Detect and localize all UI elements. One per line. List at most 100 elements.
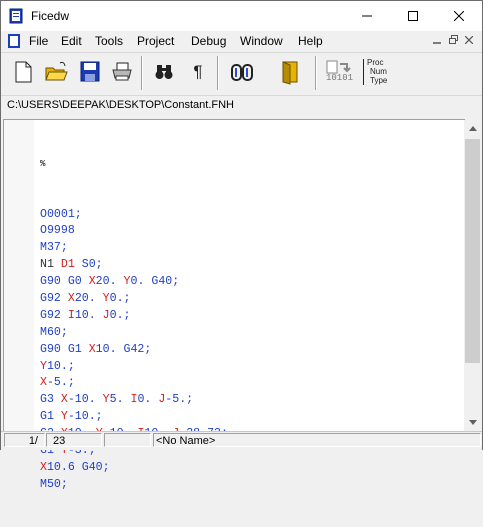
maximize-icon (408, 11, 418, 21)
code-token: -10.; (67, 410, 103, 424)
scroll-up-button[interactable] (464, 120, 481, 137)
save-icon (80, 61, 100, 82)
code-token: 10. G42; (95, 342, 152, 356)
find-button[interactable] (151, 59, 177, 85)
maximize-button[interactable] (390, 1, 436, 31)
print-icon (112, 62, 132, 81)
code-token: -10. (67, 393, 103, 407)
minimize-button[interactable] (344, 1, 390, 31)
code-token: Y (102, 291, 110, 305)
menu-project[interactable]: Project (137, 34, 174, 48)
code-token: 5. (109, 393, 131, 407)
exit-button[interactable] (277, 59, 303, 85)
cursor-line-marker: % (40, 158, 46, 169)
code-token: 0. G40; (130, 275, 180, 289)
code-token: O9998 (40, 224, 75, 238)
code-line: G92 I10. J0.; (40, 308, 228, 325)
code-token: X (40, 376, 47, 390)
type-label: Type (370, 76, 388, 85)
open-folder-icon (45, 61, 68, 81)
code-token: 10.6 G40; (46, 460, 110, 474)
print-button[interactable] (109, 59, 135, 85)
paragraph-button[interactable]: ¶ (185, 59, 211, 85)
vertical-scrollbar[interactable] (464, 120, 481, 431)
code-text[interactable]: % O0001; O9998 M37; N1 D1 S0; G90 G0 X20. Y0… (40, 122, 228, 527)
find-icon (155, 65, 173, 79)
code-line: X10.6 G40; (40, 460, 228, 477)
code-line: G90 G1 X10. G42; (40, 342, 228, 359)
code-line: Y10.; (40, 359, 228, 376)
code-line: O0001; (40, 207, 228, 224)
code-token: J (102, 308, 110, 322)
code-line: G3 X-10. Y5. I0. J-5.; (40, 392, 228, 409)
code-token: -5.; (46, 376, 75, 390)
mdi-close-button[interactable] (461, 34, 477, 48)
new-file-button[interactable] (10, 59, 36, 85)
close-icon (454, 11, 464, 21)
toolbar-separator (217, 56, 219, 90)
chevron-down-icon (468, 420, 477, 425)
code-token: X (88, 275, 96, 289)
menu-edit[interactable]: Edit (61, 34, 82, 48)
code-line: O9998 (40, 223, 228, 240)
code-token: X (88, 342, 96, 356)
status-name: <No Name> (153, 433, 481, 447)
menu-debug[interactable]: Debug (191, 34, 226, 48)
code-token: -5.; (165, 393, 194, 407)
code-token: 0.; (109, 308, 131, 322)
app-icon (9, 8, 23, 24)
status-blank (104, 433, 151, 447)
open-folder-button[interactable] (43, 59, 69, 85)
convert-button[interactable] (229, 59, 255, 85)
code-token: Y (40, 359, 47, 373)
code-token: 20. (95, 275, 124, 289)
code-line: M37; (40, 240, 228, 257)
convert-icon (231, 64, 253, 81)
mdi-restore-button[interactable] (445, 34, 461, 48)
chevron-up-icon (468, 126, 477, 131)
code-token: M37; (40, 241, 68, 255)
code-token: D1 (60, 258, 75, 272)
file-path: C:\USERS\DEEPAK\DESKTOP\Constant.FNH (7, 99, 234, 111)
code-token: G90 G0 (40, 275, 89, 289)
code-token: I (67, 308, 75, 322)
code-line: G92 X20. Y0.; (40, 291, 228, 308)
mdi-minimize-button[interactable] (429, 34, 445, 48)
close-button[interactable] (436, 1, 482, 31)
scroll-down-button[interactable] (464, 414, 481, 431)
code-token: 10.; (46, 359, 75, 373)
code-token: O0001; (40, 207, 82, 221)
save-button[interactable] (77, 59, 103, 85)
binary-button[interactable]: 10101 (323, 59, 357, 85)
window-title: Ficedw (31, 9, 70, 23)
menu-window[interactable]: Window (240, 34, 283, 48)
toolbar-separator (315, 56, 317, 90)
code-token: Y (60, 410, 68, 424)
menu-file[interactable]: File (29, 34, 48, 48)
menu-help[interactable]: Help (298, 34, 323, 48)
code-token: G92 (40, 291, 68, 305)
minimize-icon (362, 15, 372, 17)
proc-num-type-button[interactable]: Proc Num Type (363, 58, 397, 85)
code-line: G1 Y-10.; (40, 409, 228, 426)
code-token: Y (102, 393, 110, 407)
code-token: X (60, 393, 68, 407)
code-token: X (67, 291, 75, 305)
code-token: 20. (74, 291, 103, 305)
binary-label: 10101 (326, 73, 354, 83)
scrollbar-thumb[interactable] (465, 139, 480, 363)
app-window: Ficedw File Edit Tools Project Debug Win… (0, 0, 483, 491)
door-exit-icon (282, 61, 298, 85)
new-file-icon (15, 61, 32, 83)
document-menu-icon[interactable] (7, 34, 21, 48)
menu-tools[interactable]: Tools (95, 34, 123, 48)
mdi-minimize-icon (433, 42, 441, 44)
paragraph-icon: ¶ (193, 62, 203, 81)
code-line: M50; (40, 477, 228, 494)
code-token: X (40, 460, 47, 474)
code-token: S0; (74, 258, 103, 272)
code-token: M60; (40, 325, 68, 339)
code-token: 10. (74, 308, 103, 322)
code-token: G90 G1 (40, 342, 89, 356)
status-column: 23 (46, 433, 102, 447)
